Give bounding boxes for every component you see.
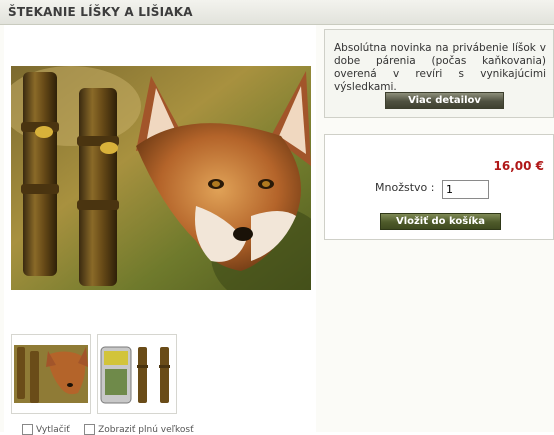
- description-box: Absolútna novinka na privábenie líšok v …: [324, 29, 554, 118]
- fox-thumbnail-icon: [12, 335, 90, 413]
- image-options: Vytlačiť Zobraziť plnú veľkosť: [22, 424, 194, 435]
- product-short-description: Absolútna novinka na privábenie líšok v …: [334, 42, 546, 93]
- main-product-image[interactable]: [11, 66, 311, 290]
- add-to-cart-button[interactable]: Vložiť do košíka: [380, 213, 501, 230]
- print-checkbox[interactable]: [22, 424, 33, 435]
- full-size-checkbox[interactable]: [84, 424, 96, 435]
- fox-photo-icon: [11, 66, 311, 290]
- print-label[interactable]: Vytlačiť: [36, 425, 70, 435]
- full-size-label[interactable]: Zobraziť plnú veľkosť: [98, 425, 194, 435]
- thumbnail-2[interactable]: [97, 334, 177, 414]
- purchase-box: 16,00 € Množstvo : Vložiť do košíka: [324, 134, 554, 240]
- title-bar: ŠTEKANIE LÍŠKY A LIŠIAKA: [0, 0, 554, 25]
- details-button[interactable]: Viac detailov: [385, 92, 504, 109]
- package-thumbnail-icon: [98, 335, 176, 413]
- price: 16,00 €: [493, 159, 544, 173]
- quantity-label: Množstvo :: [375, 181, 435, 194]
- thumbnail-1[interactable]: [11, 334, 91, 414]
- quantity-input[interactable]: [442, 180, 489, 199]
- product-page: ŠTEKANIE LÍŠKY A LIŠIAKA Vytlačiť Zobraz…: [0, 0, 554, 435]
- page-title: ŠTEKANIE LÍŠKY A LIŠIAKA: [8, 5, 193, 19]
